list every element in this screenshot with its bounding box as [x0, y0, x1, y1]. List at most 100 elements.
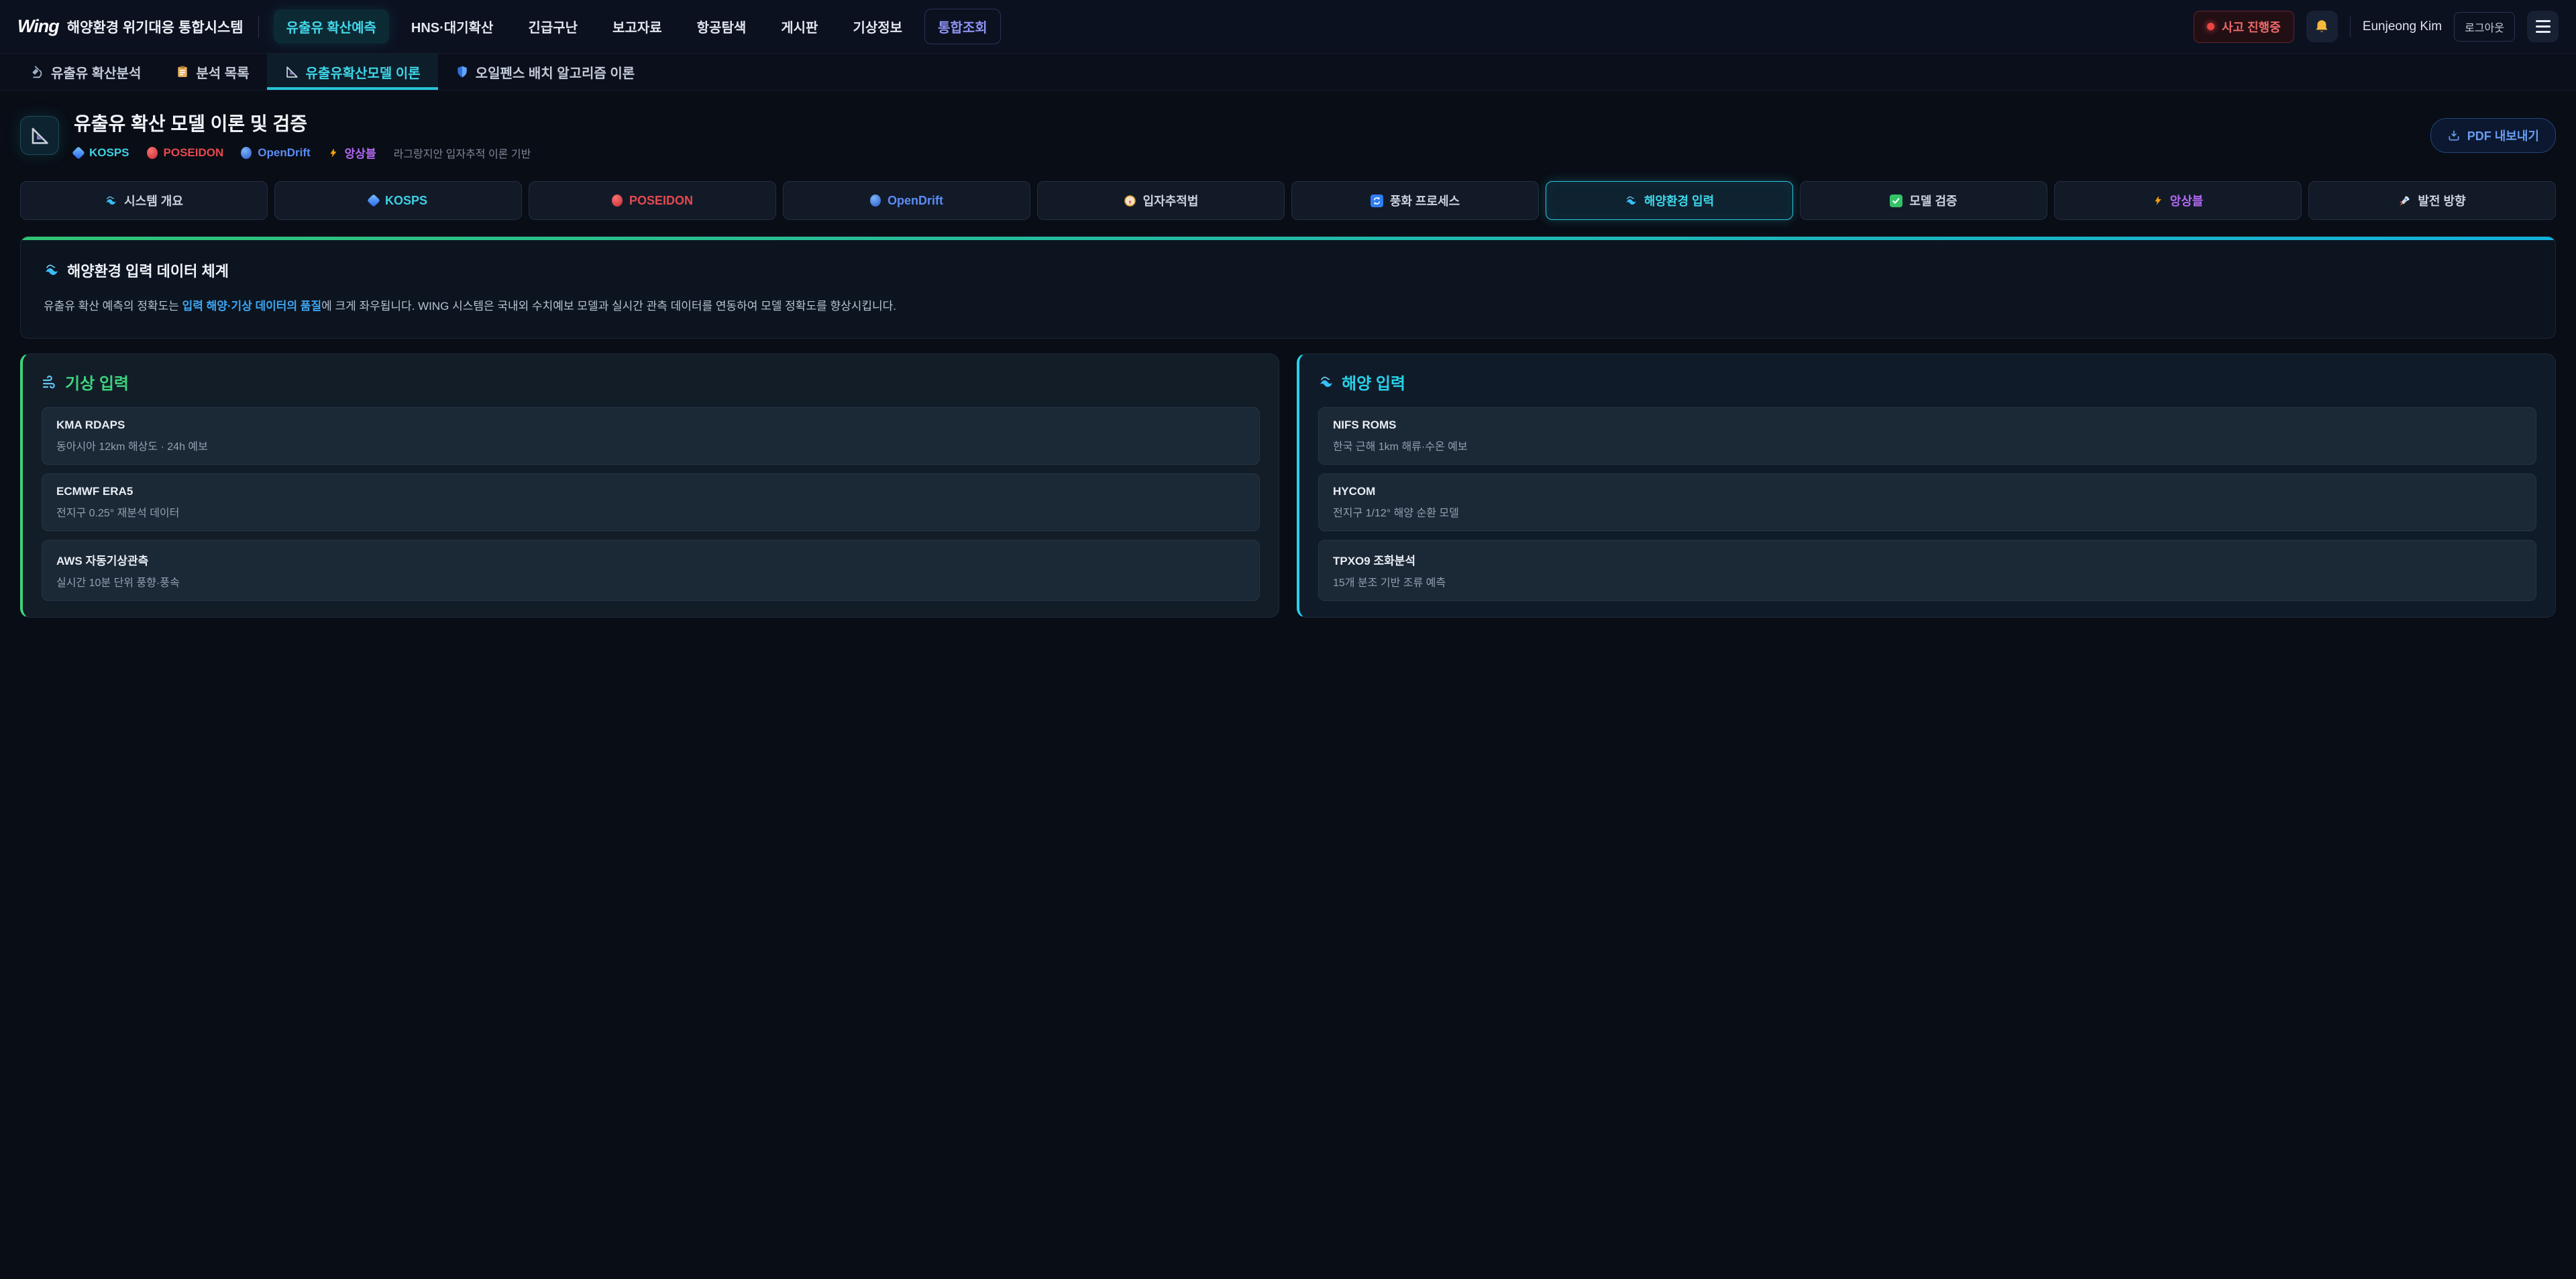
red-circle-icon: [147, 147, 158, 159]
tab-label: 유출유확산모델 이론: [306, 62, 421, 82]
dataset-desc: 한국 근해 1km 해류·수온 예보: [1333, 437, 2522, 453]
nav-integrated-search[interactable]: 통합조회: [924, 9, 1001, 44]
section-nav-kosps[interactable]: KOSPS: [274, 181, 522, 220]
page-header: 유출유 확산 모델 이론 및 검증 KOSPS POSEIDON OpenDri…: [20, 109, 2556, 161]
section-title-row: 해양환경 입력 데이터 체계: [44, 260, 2532, 281]
section-nav-weathering-process[interactable]: 풍화 프로세스: [1291, 181, 1539, 220]
section-nav-model-validation[interactable]: 모델 검증: [1800, 181, 2047, 220]
weather-card-title-row: 기상 입력: [42, 370, 1260, 394]
badge-poseidon: POSEIDON: [147, 146, 224, 160]
page-header-text: 유출유 확산 모델 이론 및 검증 KOSPS POSEIDON OpenDri…: [74, 109, 531, 161]
ocean-input-card: 해양 입력 NIFS ROMS 한국 근해 1km 해류·수온 예보 HYCOM…: [1297, 353, 2556, 618]
lightning-icon: [328, 147, 339, 159]
tab-label: 분석 목록: [196, 62, 249, 82]
tab-spill-model-theory[interactable]: 유출유확산모델 이론: [267, 54, 438, 90]
list-item: NIFS ROMS 한국 근해 1km 해류·수온 예보: [1318, 407, 2536, 465]
wave-icon: [1625, 194, 1638, 207]
section-body: 유출유 확산 예측의 정확도는 입력 해양·기상 데이터의 품질에 크게 좌우됩…: [44, 297, 2532, 315]
dataset-desc: 15개 분조 기반 조류 예측: [1333, 573, 2522, 590]
input-data-cards: 기상 입력 KMA RDAPS 동아시아 12km 해상도 · 24h 예보 E…: [20, 353, 2556, 618]
wave-icon: [1318, 374, 1334, 390]
wave-icon: [105, 194, 117, 207]
dataset-desc: 실시간 10분 단위 풍향·풍속: [56, 573, 1245, 590]
tab-label: 오일펜스 배치 알고리즘 이론: [476, 62, 635, 82]
section-nav-marine-env-input[interactable]: 해양환경 입력: [1546, 181, 1793, 220]
top-bar-right: 사고 진행중 Eunjeong Kim 로그아웃: [2194, 11, 2559, 43]
model-badge-row: KOSPS POSEIDON OpenDrift 앙상블: [74, 144, 531, 161]
section-nav-system-overview[interactable]: 시스템 개요: [20, 181, 268, 220]
nav-emergency-rescue[interactable]: 긴급구난: [515, 9, 590, 44]
shield-icon: [455, 64, 469, 79]
ocean-card-title-row: 해양 입력: [1318, 370, 2536, 394]
microscope-icon: [30, 64, 44, 79]
page-icon-tile: [20, 116, 59, 155]
nav-aerial-search[interactable]: 항공탐색: [684, 9, 759, 44]
dataset-name: HYCOM: [1333, 485, 2522, 498]
lightning-icon: [2153, 194, 2163, 207]
check-icon: [1890, 194, 1902, 207]
nav-reports[interactable]: 보고자료: [600, 9, 675, 44]
nav-weather-info[interactable]: 기상정보: [840, 9, 915, 44]
red-circle-icon: [612, 194, 623, 207]
refresh-icon: [1371, 194, 1383, 207]
user-name: Eunjeong Kim: [2363, 19, 2442, 34]
nav-board[interactable]: 게시판: [768, 9, 830, 44]
highlighted-text: 입력 해양·기상 데이터의 품질: [182, 300, 322, 313]
wave-icon: [44, 262, 60, 278]
dataset-name: TPXO9 조화분석: [1333, 551, 2522, 568]
set-square-icon: [284, 64, 299, 79]
theory-note: 라그랑지안 입자추적 이론 기반: [394, 145, 531, 161]
dataset-name: NIFS ROMS: [1333, 419, 2522, 432]
set-square-icon: [29, 125, 50, 146]
tab-oil-fence-algorithm[interactable]: 오일펜스 배치 알고리즘 이론: [438, 54, 652, 90]
page-title: 유출유 확산 모델 이론 및 검증: [74, 109, 531, 136]
tab-spill-analysis[interactable]: 유출유 확산분석: [12, 54, 158, 90]
section-nav-future-direction[interactable]: 발전 방향: [2308, 181, 2556, 220]
card-title: 기상 입력: [65, 370, 129, 394]
tab-label: 유출유 확산분석: [51, 62, 141, 82]
marine-env-input-section: 해양환경 입력 데이터 체계 유출유 확산 예측의 정확도는 입력 해양·기상 …: [20, 236, 2556, 339]
app-root: Wing 해양환경 위기대응 통합시스템 유출유 확산예측 HNS·대기확산 긴…: [0, 0, 2576, 1279]
wing-logo: Wing: [17, 16, 59, 37]
notification-button[interactable]: [2306, 11, 2338, 42]
dataset-desc: 동아시아 12km 해상도 · 24h 예보: [56, 437, 1245, 453]
divider: [258, 15, 259, 38]
main-content: 유출유 확산 모델 이론 및 검증 KOSPS POSEIDON OpenDri…: [0, 109, 2576, 618]
compass-icon: [1124, 194, 1136, 207]
menu-button[interactable]: [2527, 11, 2559, 42]
incident-dot-icon: [2207, 23, 2214, 30]
section-nav-opendrift[interactable]: OpenDrift: [783, 181, 1030, 220]
list-item: KMA RDAPS 동아시아 12km 해상도 · 24h 예보: [42, 407, 1260, 465]
logout-button[interactable]: 로그아웃: [2454, 12, 2515, 42]
list-item: ECMWF ERA5 전지구 0.25° 재분석 데이터: [42, 474, 1260, 531]
divider: [2350, 17, 2351, 37]
tab-analysis-list[interactable]: 분석 목록: [158, 54, 266, 90]
dataset-name: KMA RDAPS: [56, 419, 1245, 432]
download-icon: [2447, 129, 2461, 142]
dataset-desc: 전지구 1/12° 해양 순환 모델: [1333, 504, 2522, 520]
section-nav-ensemble[interactable]: 앙상블: [2054, 181, 2302, 220]
card-title: 해양 입력: [1342, 370, 1405, 394]
section-nav-particle-tracking[interactable]: 입자추적법: [1037, 181, 1285, 220]
wind-icon: [42, 374, 58, 390]
badge-ensemble: 앙상블: [328, 144, 376, 161]
main-nav: 유출유 확산예측 HNS·대기확산 긴급구난 보고자료 항공탐색 게시판 기상정…: [274, 9, 1001, 44]
blue-circle-icon: [870, 194, 881, 207]
blue-circle-icon: [241, 147, 252, 159]
sub-tab-bar: 유출유 확산분석 분석 목록 유출유확산모델 이론 오일펜스 배치 알고리즘 이…: [0, 54, 2576, 91]
section-nav-poseidon[interactable]: POSEIDON: [529, 181, 776, 220]
pdf-export-button[interactable]: PDF 내보내기: [2430, 118, 2556, 153]
badge-opendrift: OpenDrift: [241, 146, 310, 160]
list-item: AWS 자동기상관측 실시간 10분 단위 풍향·풍속: [42, 540, 1260, 601]
section-title: 해양환경 입력 데이터 체계: [67, 260, 229, 281]
dataset-desc: 전지구 0.25° 재분석 데이터: [56, 504, 1245, 520]
top-bar: Wing 해양환경 위기대응 통합시스템 유출유 확산예측 HNS·대기확산 긴…: [0, 0, 2576, 54]
app-title: 해양환경 위기대응 통합시스템: [67, 17, 244, 37]
nav-oil-spill-prediction[interactable]: 유출유 확산예측: [274, 9, 389, 44]
section-nav: 시스템 개요 KOSPS POSEIDON OpenDrift 입자추적법: [20, 181, 2556, 220]
dataset-name: AWS 자동기상관측: [56, 551, 1245, 568]
blue-diamond-icon: [72, 146, 85, 160]
bell-icon: [2313, 18, 2330, 36]
nav-hns-atmospheric[interactable]: HNS·대기확산: [398, 9, 506, 44]
weather-input-card: 기상 입력 KMA RDAPS 동아시아 12km 해상도 · 24h 예보 E…: [20, 353, 1279, 618]
